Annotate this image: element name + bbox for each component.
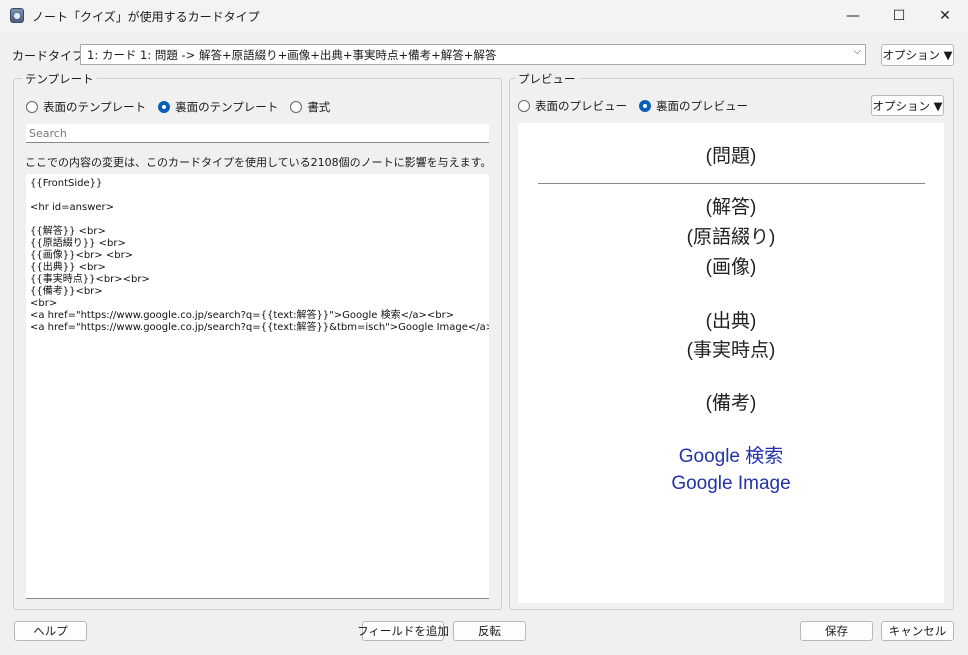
add-field-button[interactable]: フィールドを追加: [357, 621, 449, 641]
window-title: ノート「クイズ」が使用するカードタイプ: [32, 10, 260, 24]
chevron-down-icon: ⌵: [853, 46, 861, 57]
app-icon: [10, 8, 24, 23]
radio-back-preview[interactable]: 裏面のプレビュー: [639, 98, 748, 114]
preview-fact-time: (事実時点): [686, 340, 776, 361]
maximize-button[interactable]: ☐: [876, 0, 922, 32]
radio-circle: [290, 101, 303, 113]
preview-group-title: プレビュー: [515, 71, 579, 87]
template-group-title: テンプレート: [22, 71, 97, 87]
preview-source: (出典): [705, 311, 757, 332]
preview-options-button[interactable]: オプション ▼: [871, 95, 944, 116]
preview-image: (画像): [705, 257, 757, 278]
help-button[interactable]: ヘルプ: [14, 621, 87, 641]
card-preview: (問題) (解答) (原語綴り) (画像) (出典) (事実時点) (備考) G…: [518, 123, 944, 603]
radio-styling[interactable]: 書式: [290, 99, 330, 115]
radio-label: 書式: [307, 100, 331, 114]
radio-circle-checked: [639, 100, 651, 112]
template-code-editor[interactable]: {{FrontSide}} <hr id=answer> {{解答}} <br>…: [26, 174, 489, 599]
cardtype-selected-value: 1: カード 1: 問題 -> 解答+原語綴り+画像+出典+事実時点+備考+解答…: [87, 48, 497, 62]
google-image-link[interactable]: Google Image: [518, 471, 944, 497]
title-bar: ノート「クイズ」が使用するカードタイプ — ☐ ✕: [0, 0, 968, 32]
template-radio-group: 表面のテンプレート 裏面のテンプレート 書式: [26, 99, 342, 115]
radio-front-preview[interactable]: 表面のプレビュー: [518, 98, 627, 114]
minimize-button[interactable]: —: [830, 0, 876, 32]
preview-answer-divider: [538, 183, 925, 184]
save-button[interactable]: 保存: [800, 621, 873, 641]
cardtype-select[interactable]: 1: カード 1: 問題 -> 解答+原語綴り+画像+出典+事実時点+備考+解答…: [80, 44, 866, 65]
preview-original-spelling: (原語綴り): [686, 227, 776, 248]
cardtype-label: カードタイプ:: [12, 49, 89, 63]
radio-circle: [518, 100, 530, 112]
preview-question: (問題): [705, 146, 757, 167]
radio-label: 表面のテンプレート: [43, 100, 147, 114]
search-input[interactable]: [26, 124, 489, 143]
radio-label: 裏面のプレビュー: [656, 99, 748, 113]
radio-back-template[interactable]: 裏面のテンプレート: [158, 99, 278, 115]
radio-label: 表面のプレビュー: [535, 99, 627, 113]
google-search-link[interactable]: Google 検索: [518, 444, 944, 470]
preview-remarks: (備考): [705, 393, 757, 414]
radio-circle: [26, 101, 38, 113]
radio-circle-checked: [158, 101, 171, 113]
radio-label: 裏面のテンプレート: [175, 100, 279, 114]
flip-button[interactable]: 反転: [453, 621, 526, 641]
close-button[interactable]: ✕: [922, 0, 968, 32]
cardtype-options-button[interactable]: オプション ▼: [881, 44, 954, 66]
change-notice: ここでの内容の変更は、このカードタイプを使用している2108個のノートに影響を与…: [25, 156, 492, 169]
radio-front-template[interactable]: 表面のテンプレート: [26, 99, 146, 115]
cancel-button[interactable]: キャンセル: [881, 621, 954, 641]
preview-radio-group: 表面のプレビュー 裏面のプレビュー: [518, 98, 760, 114]
preview-answer: (解答): [705, 197, 757, 218]
